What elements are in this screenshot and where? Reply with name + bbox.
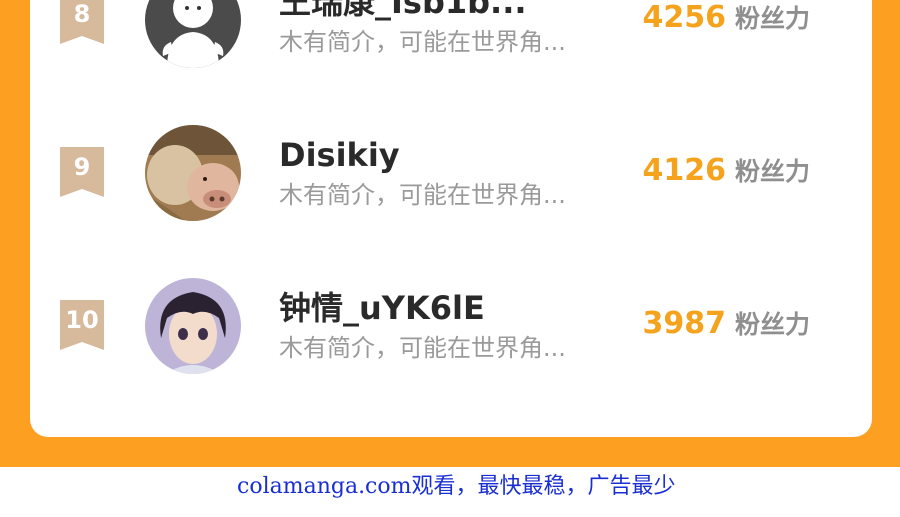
fan-count-label: 粉丝力 <box>735 157 811 186</box>
ranking-row[interactable]: 10 钟情_uYK6lE 木有简介，可能在世界角... 3987 粉丝力 <box>30 276 872 386</box>
user-name[interactable]: 王瑞康_Isb1b... <box>279 0 619 22</box>
rank-badge: 8 <box>60 0 104 44</box>
user-avatar[interactable] <box>145 278 241 374</box>
user-avatar[interactable] <box>145 125 241 221</box>
rank-number: 9 <box>73 153 91 181</box>
fan-count: 3987 <box>642 306 727 341</box>
user-avatar[interactable] <box>145 0 241 68</box>
fan-count: 4126 <box>642 153 727 188</box>
anime-boy-avatar-icon <box>145 278 241 374</box>
rank-badge: 9 <box>60 147 104 197</box>
user-name[interactable]: 钟情_uYK6lE <box>279 288 619 328</box>
watermark-link[interactable]: colamanga.com观看，最快最稳，广告最少 <box>237 472 676 502</box>
ranking-row[interactable]: 8 王瑞康_Isb1b... 木有简介，可能在世界角... 4256 粉丝力 <box>30 0 872 80</box>
fan-count: 4256 <box>642 0 727 35</box>
user-bio: 木有简介，可能在世界角... <box>279 28 566 56</box>
fan-count-label: 粉丝力 <box>735 310 811 339</box>
user-bio: 木有简介，可能在世界角... <box>279 181 566 209</box>
ranking-card: 8 王瑞康_Isb1b... 木有简介，可能在世界角... 4256 粉丝力 9 <box>30 0 872 437</box>
fan-count-label: 粉丝力 <box>735 4 811 33</box>
user-name[interactable]: Disikiy <box>279 135 619 175</box>
rank-number: 8 <box>73 0 91 28</box>
rank-badge: 10 <box>60 300 104 350</box>
ghost-avatar-icon <box>145 0 241 68</box>
ranking-row[interactable]: 9 Disikiy 木有简介，可能在世界角... 4126 粉丝力 <box>30 123 872 233</box>
pig-photo-avatar-icon <box>145 125 241 221</box>
rank-number: 10 <box>65 306 99 334</box>
user-bio: 木有简介，可能在世界角... <box>279 334 566 362</box>
